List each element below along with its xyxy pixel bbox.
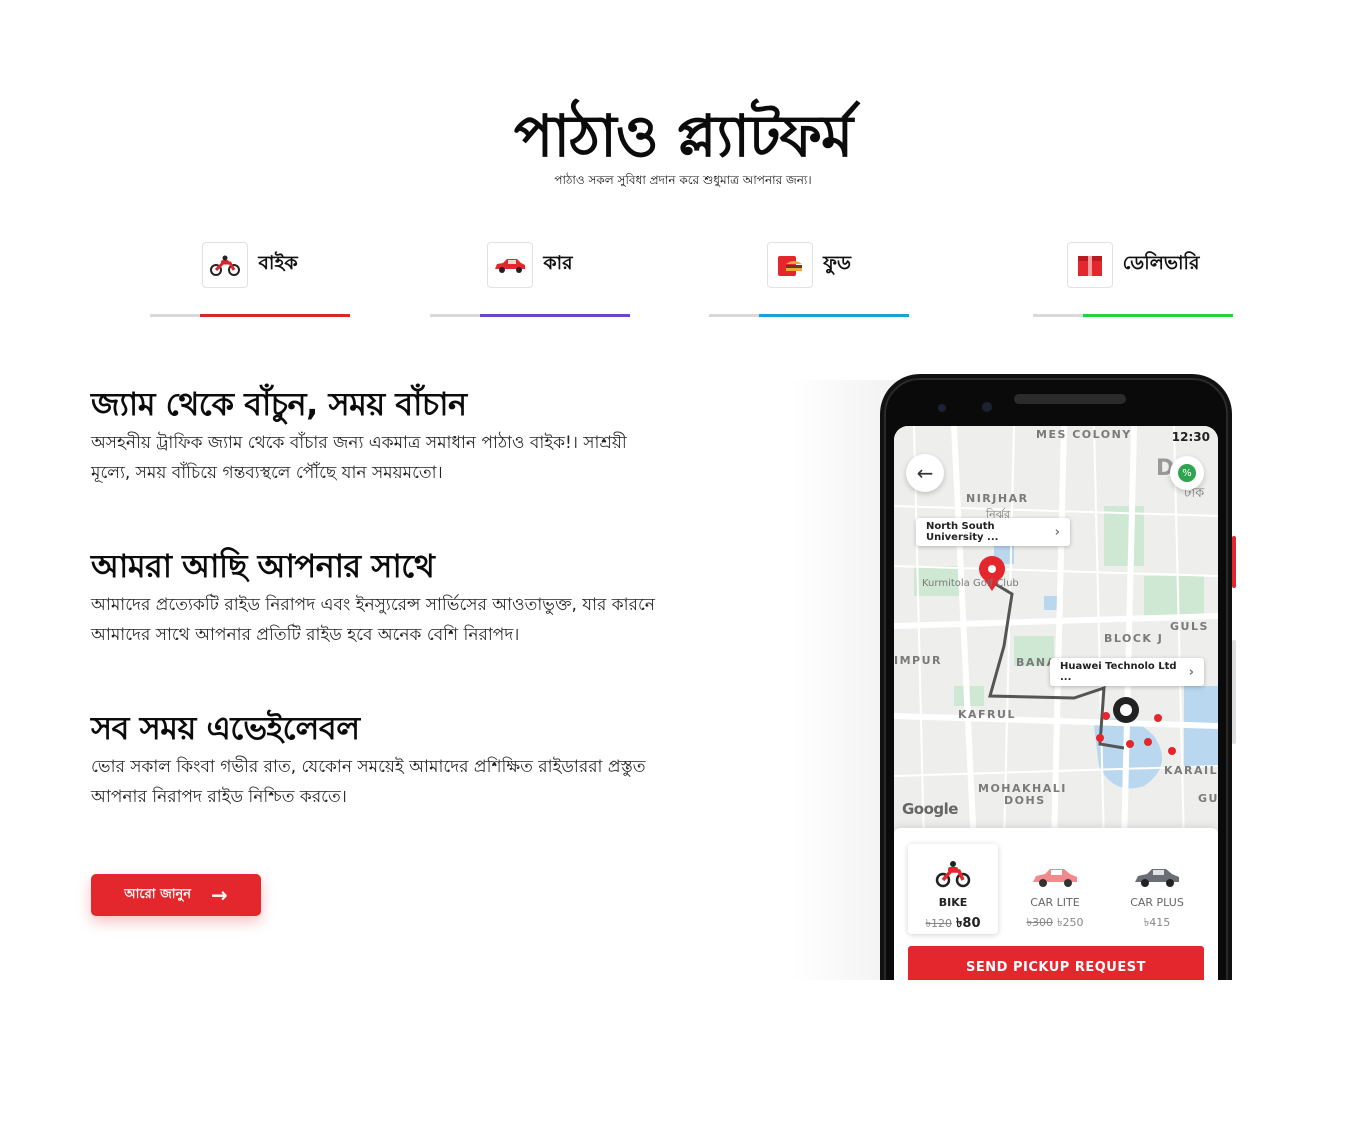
old-price: ৳120 — [925, 917, 952, 930]
feature-text: আমাদের প্রত্যেকটি রাইড নিরাপদ এবং ইনস্যু… — [91, 595, 655, 645]
tab-car[interactable]: কার — [430, 240, 630, 320]
status-time: 12:30 — [1171, 430, 1210, 444]
feature-block: জ্যাম থেকে বাঁচুন, সময় বাঁচান অসহনীয় ট… — [91, 384, 691, 488]
destination-location: Huawei Technolo Ltd ... — [1060, 661, 1177, 683]
feature-text: অসহনীয় ট্রাফিক জ্যাম থেকে বাঁচার জন্য এ… — [91, 433, 627, 483]
current-price: ৳250 — [1057, 916, 1084, 929]
tab-underline — [150, 314, 350, 317]
tab-label: বাইক — [258, 252, 298, 274]
phone-side-button — [1232, 640, 1236, 744]
arrow-right-icon: → — [211, 883, 228, 907]
map-label: IMPUR — [894, 654, 943, 667]
option-name: CAR LITE — [1030, 896, 1080, 909]
old-price: ৳300 — [1026, 916, 1053, 929]
map-label: GULS — [1170, 620, 1209, 633]
tab-label: কার — [543, 252, 573, 274]
map-label: DOHS — [1004, 794, 1046, 807]
google-logo: Google — [902, 800, 958, 818]
chevron-right-icon: › — [1054, 524, 1060, 540]
option-price: ৳415 — [1112, 914, 1202, 933]
learn-more-button[interactable]: আরো জানুন → — [91, 874, 261, 916]
car-plus-icon — [1112, 852, 1202, 888]
tab-underline — [1033, 314, 1233, 317]
option-bike[interactable]: BIKE ৳120 ৳80 — [908, 844, 998, 934]
tab-food[interactable]: ফুড — [709, 240, 909, 320]
car-lite-icon — [1010, 852, 1100, 888]
destination-location-card[interactable]: Huawei Technolo Ltd ... › — [1050, 658, 1204, 686]
car-icon — [487, 242, 534, 288]
map-label: KAFRUL — [958, 708, 1016, 721]
map-label: BLOCK J — [1104, 632, 1164, 645]
option-car-plus[interactable]: CAR PLUS ৳415 — [1112, 844, 1202, 934]
map-label: GU — [1198, 792, 1218, 805]
feature-heading: আমরা আছি আপনার সাথে — [91, 547, 435, 585]
phone-speaker — [1014, 394, 1126, 404]
tab-bike[interactable]: বাইক — [150, 240, 350, 320]
tab-delivery[interactable]: ডেলিভারি — [1033, 240, 1233, 320]
map-label: KARAIL — [1164, 764, 1218, 777]
pickup-location-card[interactable]: North South University ... › — [916, 518, 1070, 546]
page-subtitle: পাঠাও সকল সুবিধা প্রদান করে শুধুমাত্র আপ… — [554, 173, 812, 187]
feature-heading: সব সময় এভেইলেবল — [91, 709, 360, 747]
tab-underline — [709, 314, 909, 317]
phone-screen: 12:30 MES COLONY NIRJHAR নির্ঝর Kurmitol… — [894, 426, 1218, 980]
tab-label: ডেলিভারি — [1122, 252, 1200, 274]
motorbike-icon — [202, 242, 249, 288]
pickup-location: North South University ... — [926, 521, 999, 543]
phone-camera — [938, 404, 946, 412]
option-price: ৳300 ৳250 — [1010, 914, 1100, 933]
map-label: NIRJHAR — [966, 492, 1029, 505]
option-name: CAR PLUS — [1130, 896, 1184, 909]
current-price: ৳80 — [955, 916, 981, 931]
destination-marker-icon — [1113, 697, 1139, 723]
tab-label: ফুড — [823, 252, 851, 274]
phone-side-button — [1232, 536, 1236, 588]
send-pickup-request-button[interactable]: SEND PICKUP REQUEST — [908, 946, 1204, 980]
food-icon — [767, 242, 814, 288]
promo-button[interactable]: % — [1170, 456, 1204, 490]
phone-camera — [982, 402, 992, 412]
current-price: ৳415 — [1143, 916, 1171, 929]
map-label: MES COLONY — [1036, 428, 1132, 441]
back-button[interactable]: ← — [906, 454, 944, 492]
arrow-left-icon: ← — [916, 461, 934, 485]
option-car-lite[interactable]: CAR LITE ৳300 ৳250 — [1010, 844, 1100, 934]
chevron-right-icon: › — [1188, 664, 1194, 680]
option-price: ৳120 ৳80 — [908, 914, 998, 935]
parcel-icon — [1066, 242, 1113, 288]
option-name: BIKE — [938, 896, 968, 909]
motorbike-icon — [908, 852, 998, 888]
feature-heading: জ্যাম থেকে বাঁচুন, সময় বাঁচান — [91, 385, 467, 423]
feature-block: সব সময় এভেইলেবল ভোর সকাল কিংবা গভীর রাত… — [91, 708, 691, 812]
phone-mockup: 12:30 MES COLONY NIRJHAR নির্ঝর Kurmitol… — [880, 374, 1232, 980]
feature-text: ভোর সকাল কিংবা গভীর রাত, যেকোন সময়েই আম… — [91, 757, 646, 807]
discount-icon: % — [1178, 464, 1196, 482]
learn-more-label: আরো জানুন — [124, 886, 191, 902]
feature-block: আমরা আছি আপনার সাথে আমাদের প্রত্যেকটি রা… — [91, 546, 691, 650]
map-label: Kurmitola Golf Club — [922, 578, 1019, 589]
ride-options-sheet: BIKE ৳120 ৳80 CAR LITE ৳300 ৳250 CAR PLUS … — [894, 828, 1218, 980]
tab-underline — [430, 314, 630, 317]
